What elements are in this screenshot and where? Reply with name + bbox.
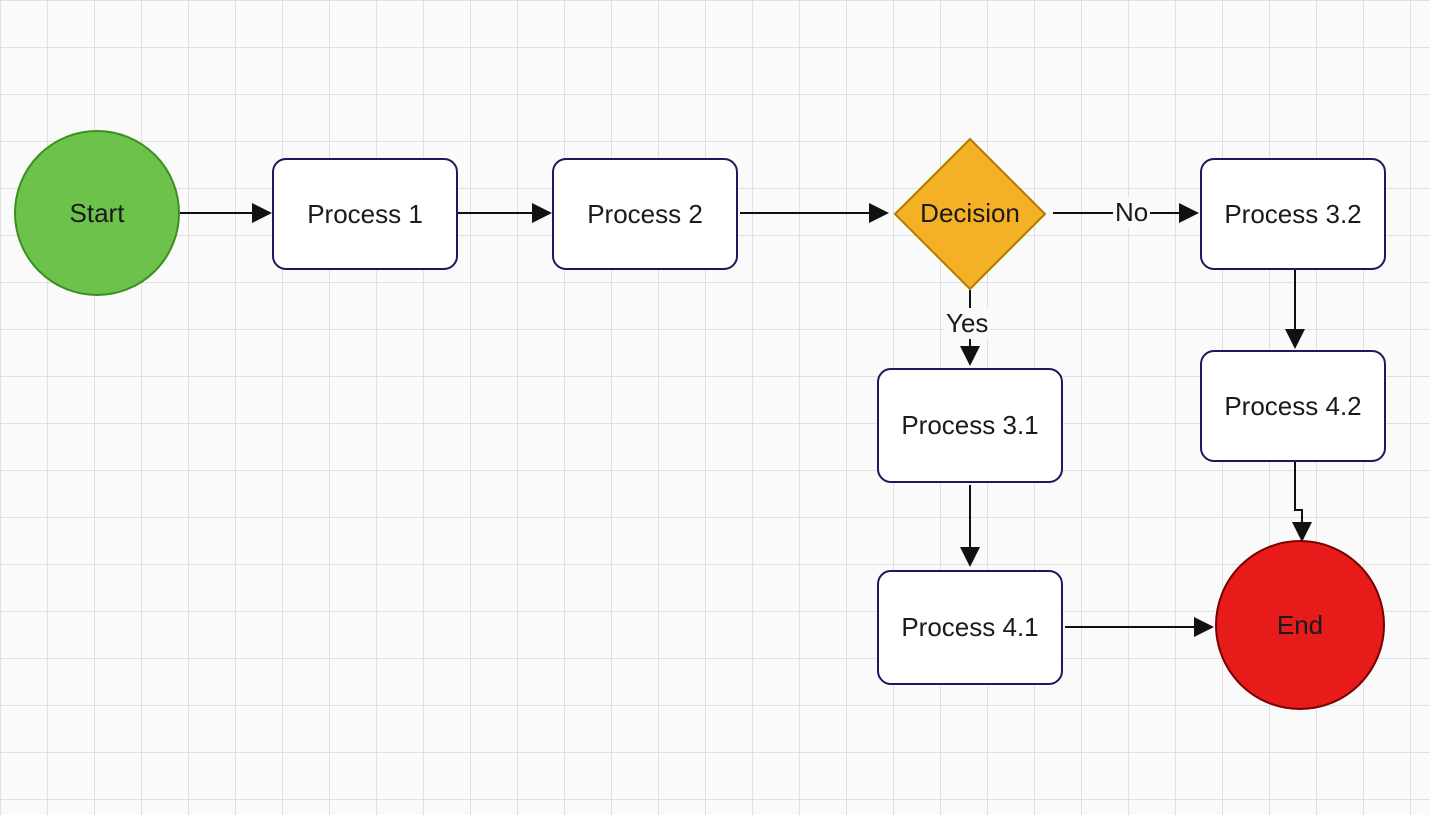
process-4-2-node[interactable]: Process 4.2 [1200,350,1386,462]
process-1-node[interactable]: Process 1 [272,158,458,270]
process-3-1-node[interactable]: Process 3.1 [877,368,1063,483]
process-3-2-node[interactable]: Process 3.2 [1200,158,1386,270]
end-node[interactable]: End [1215,540,1385,710]
end-label: End [1277,610,1323,641]
decision-node[interactable]: Decision [894,138,1047,291]
edge-label-yes: Yes [944,308,990,339]
decision-label: Decision [918,199,1022,229]
process-2-node[interactable]: Process 2 [552,158,738,270]
start-label: Start [70,198,125,229]
process-3-1-label: Process 3.1 [901,410,1038,441]
process-4-2-label: Process 4.2 [1224,391,1361,422]
process-4-1-label: Process 4.1 [901,612,1038,643]
process-3-2-label: Process 3.2 [1224,199,1361,230]
process-1-label: Process 1 [307,199,423,230]
start-node[interactable]: Start [14,130,180,296]
edge-label-no: No [1113,197,1150,228]
process-4-1-node[interactable]: Process 4.1 [877,570,1063,685]
process-2-label: Process 2 [587,199,703,230]
